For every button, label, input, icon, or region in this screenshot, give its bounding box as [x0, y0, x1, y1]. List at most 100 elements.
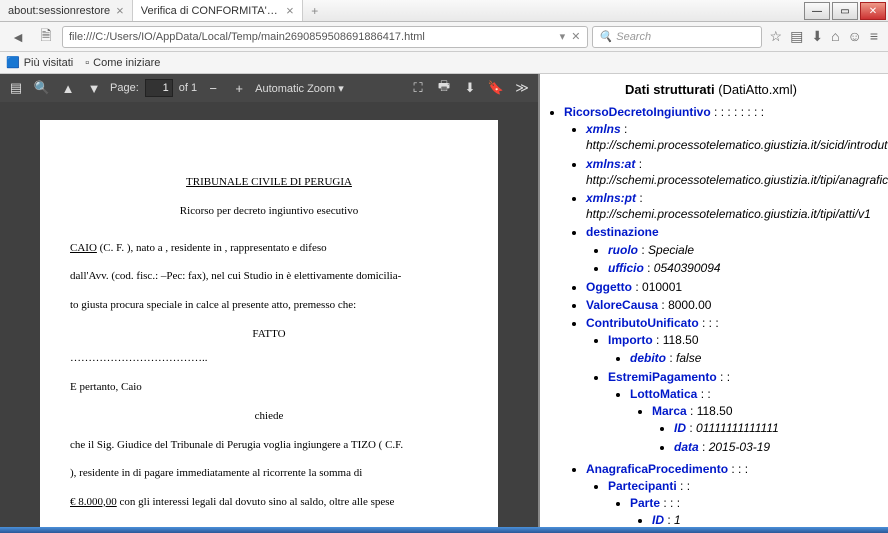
doc-p1: CAIO (C. F. ), nato a , residente in , r…: [70, 239, 468, 258]
find-button[interactable]: 🔍: [32, 78, 52, 98]
tab-verifica[interactable]: Verifica di CONFORMITA': Atto... ×: [133, 0, 303, 21]
window-buttons: — ▭ ✕: [804, 0, 888, 21]
lotto-node: LottoMatica : : Marca : 118.50 ID : 0111…: [630, 385, 880, 458]
window-minimize-button[interactable]: —: [804, 2, 830, 20]
k: debito: [630, 351, 666, 365]
destinazione-node: destinazione ruolo : Speciale ufficio : …: [586, 223, 880, 278]
v: http://schemi.processotelematico.giustiz…: [586, 173, 888, 187]
pdf-scroll-area[interactable]: TRIBUNALE CIVILE DI PERUGIA Ricorso per …: [0, 102, 538, 527]
contributo-node: ContributoUnificato : : : Importo : 118.…: [586, 314, 880, 460]
page-label: Page:: [110, 82, 139, 94]
window-close-button[interactable]: ✕: [860, 2, 886, 20]
ruolo: ruolo : Speciale: [608, 241, 880, 259]
bookmark-label: Come iniziare: [93, 57, 160, 69]
taskbar-strip: [0, 527, 888, 533]
struct-filename: (DatiAtto.xml): [718, 82, 797, 97]
v: 118.50: [663, 333, 699, 347]
print-button[interactable]: 🖶: [434, 78, 454, 98]
toolbar-icons: ☆ ▤ ⬇ ⌂ ☺ ≡: [766, 28, 882, 45]
partecipanti-node: Partecipanti : : Parte : : : ID : 1 natu…: [608, 477, 880, 527]
k: LottoMatica: [630, 387, 697, 401]
bookmark-most-visited[interactable]: 🟦Più visitati: [6, 56, 73, 69]
bookmark-page-icon: ▫: [85, 57, 89, 69]
page-number-input[interactable]: [145, 79, 173, 97]
k: xmlns:at: [586, 157, 635, 171]
k: ValoreCausa: [586, 298, 658, 312]
k: ContributoUnificato: [586, 316, 699, 330]
tab-close-icon[interactable]: ×: [116, 4, 124, 17]
doc-amount: € 8.000,00: [70, 496, 117, 508]
zoom-out-button[interactable]: −: [203, 78, 223, 98]
valorecausa: ValoreCausa : 8000.00: [586, 296, 880, 314]
marca-id: ID : 01111111111111: [674, 419, 880, 437]
page-total: of 1: [179, 82, 197, 94]
bookmark-bar: 🟦Più visitati ▫ Come iniziare: [0, 52, 888, 74]
doc-p1-rest: (C. F. ), nato a , residente in , rappre…: [97, 242, 327, 254]
account-icon[interactable]: ☺: [848, 28, 862, 45]
v: http://schemi.processotelematico.giustiz…: [586, 138, 888, 152]
struct-title-text: Dati strutturati: [625, 82, 715, 97]
doc-heading: TRIBUNALE CIVILE DI PERUGIA: [70, 176, 468, 188]
back-button[interactable]: ◄: [6, 26, 30, 48]
k: Partecipanti: [608, 479, 677, 493]
search-field[interactable]: 🔍 Search: [592, 26, 762, 48]
parte-node: Parte : : : ID : 1 naturaGiuridica : PFI…: [630, 494, 880, 527]
doc-chiede: chiede: [70, 407, 468, 426]
doc-p1-name: CAIO: [70, 242, 97, 254]
parte-id: ID : 1: [652, 511, 880, 527]
bookmark-folder-icon: 🟦: [6, 56, 20, 69]
v: Speciale: [648, 243, 694, 257]
debito: debito : false: [630, 349, 880, 367]
k: ID: [674, 421, 686, 435]
k: EstremiPagamento: [608, 370, 717, 384]
zoom-in-button[interactable]: +: [229, 78, 249, 98]
next-page-button[interactable]: ▼: [84, 78, 104, 98]
plus-icon: +: [311, 4, 318, 18]
k: ruolo: [608, 243, 638, 257]
marca: Marca : 118.50 ID : 01111111111111 data …: [652, 402, 880, 457]
sidebar-toggle-button[interactable]: ▤: [6, 78, 26, 98]
zoom-select[interactable]: Automatic Zoom ▾: [255, 82, 344, 95]
root-key: RicorsoDecretoIngiuntivo: [564, 105, 711, 119]
new-tab-button[interactable]: +: [303, 0, 327, 21]
pdf-toolbar: ▤ 🔍 ▲ ▼ Page: of 1 − + Automatic Zoom ▾ …: [0, 74, 538, 102]
download-button[interactable]: ⬇: [460, 78, 480, 98]
search-icon: 🔍: [599, 30, 613, 43]
home-icon[interactable]: ⌂: [831, 28, 839, 45]
window-maximize-button[interactable]: ▭: [832, 2, 858, 20]
page-icon: 🗎: [34, 26, 58, 48]
k: Importo: [608, 333, 653, 347]
v: 118.50: [697, 404, 733, 418]
pdf-viewer: ▤ 🔍 ▲ ▼ Page: of 1 − + Automatic Zoom ▾ …: [0, 74, 540, 527]
search-placeholder: Search: [616, 31, 651, 43]
doc-p3: to giusta procura speciale in calce al p…: [70, 296, 468, 315]
v: http://schemi.processotelematico.giustiz…: [586, 207, 871, 221]
tab-sessionrestore[interactable]: about:sessionrestore ×: [0, 0, 133, 21]
doc-fatto: FATTO: [70, 325, 468, 344]
downloads-icon[interactable]: ⬇: [811, 28, 823, 45]
prev-page-button[interactable]: ▲: [58, 78, 78, 98]
stop-reload-split[interactable]: ▾ ✕: [560, 30, 581, 43]
tools-button[interactable]: ≫: [512, 78, 532, 98]
v: 2015-03-19: [709, 440, 770, 454]
url-text: file:///C:/Users/IO/AppData/Local/Temp/m…: [69, 31, 425, 43]
presentation-button[interactable]: ⛶: [408, 78, 428, 98]
bookmark-getting-started[interactable]: ▫ Come iniziare: [85, 57, 160, 69]
url-field[interactable]: file:///C:/Users/IO/AppData/Local/Temp/m…: [62, 26, 588, 48]
root-node: RicorsoDecretoIngiuntivo : : : : : : : :…: [564, 103, 880, 527]
k: Oggetto: [586, 280, 632, 294]
page-content: ▤ 🔍 ▲ ▼ Page: of 1 − + Automatic Zoom ▾ …: [0, 74, 888, 527]
bookmark-star-icon[interactable]: ☆: [770, 28, 783, 45]
ufficio: ufficio : 0540390094: [608, 259, 880, 277]
tab-close-icon[interactable]: ×: [286, 4, 294, 17]
bookmark-view-button[interactable]: 🔖: [486, 78, 506, 98]
k: Parte: [630, 496, 660, 510]
doc-p7: € 8.000,00 con gli interessi legali dal …: [70, 493, 468, 512]
browser-url-bar: ◄ 🗎 file:///C:/Users/IO/AppData/Local/Te…: [0, 22, 888, 52]
doc-p5: che il Sig. Giudice del Tribunale di Per…: [70, 436, 468, 455]
structured-data-panel[interactable]: Dati strutturati (DatiAtto.xml) RicorsoD…: [540, 74, 888, 527]
menu-icon[interactable]: ≡: [870, 28, 878, 45]
library-icon[interactable]: ▤: [790, 28, 803, 45]
k: ufficio: [608, 261, 644, 275]
struct-title: Dati strutturati (DatiAtto.xml): [542, 78, 880, 103]
